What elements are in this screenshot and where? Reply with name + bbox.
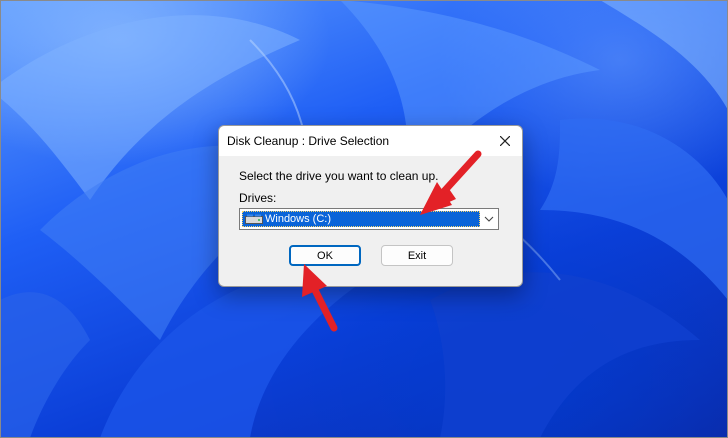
dialog-body: Select the drive you want to clean up. D… (219, 156, 522, 286)
close-button[interactable] (488, 126, 522, 156)
dialog-titlebar[interactable]: Disk Cleanup : Drive Selection (219, 126, 522, 156)
selected-drive-text: Windows (C:) (265, 213, 332, 225)
disk-cleanup-dialog: Disk Cleanup : Drive Selection Select th… (218, 125, 523, 287)
exit-button[interactable]: Exit (381, 245, 453, 266)
drives-select-value: Windows (C:) (242, 211, 480, 227)
drives-select[interactable]: Windows (C:) (239, 208, 499, 230)
dialog-title: Disk Cleanup : Drive Selection (227, 134, 390, 148)
instruction-text: Select the drive you want to clean up. (239, 169, 439, 183)
close-icon (500, 136, 510, 146)
ok-button[interactable]: OK (289, 245, 361, 266)
drive-icon (245, 214, 263, 224)
chevron-down-icon[interactable] (484, 214, 494, 224)
drives-label: Drives: (239, 191, 277, 205)
